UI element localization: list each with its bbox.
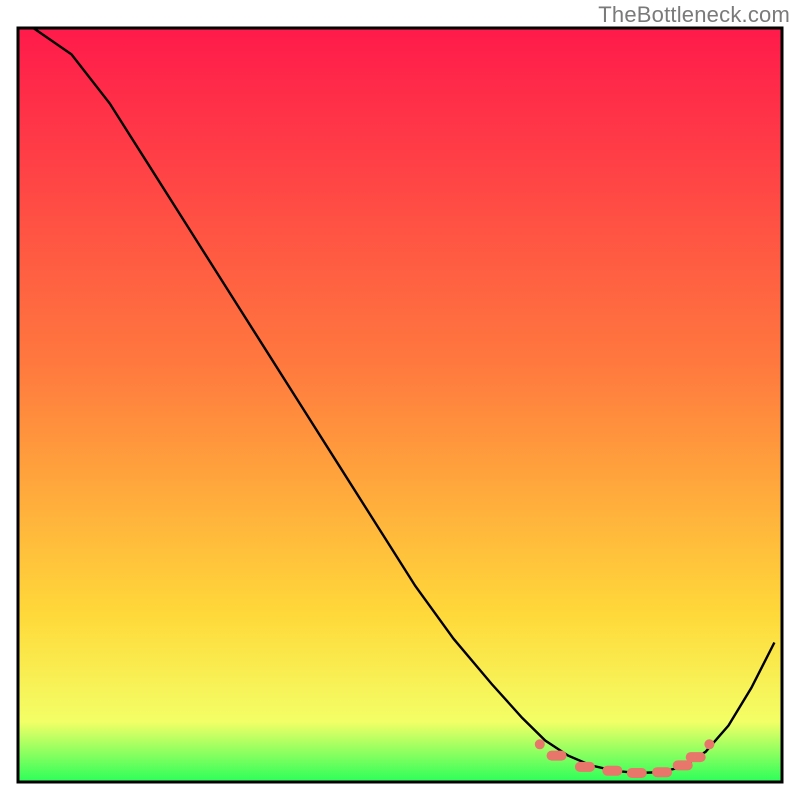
optimal-marker: [602, 766, 622, 776]
bottleneck-chart: TheBottleneck.com: [0, 0, 800, 800]
plot-surface: [0, 0, 800, 800]
optimal-marker: [547, 751, 567, 761]
attribution-text: TheBottleneck.com: [598, 2, 790, 28]
optimal-marker: [704, 739, 714, 749]
optimal-marker: [535, 739, 545, 749]
optimal-marker: [686, 752, 706, 762]
optimal-marker: [652, 767, 672, 777]
optimal-marker: [575, 762, 595, 772]
optimal-marker: [627, 768, 647, 778]
